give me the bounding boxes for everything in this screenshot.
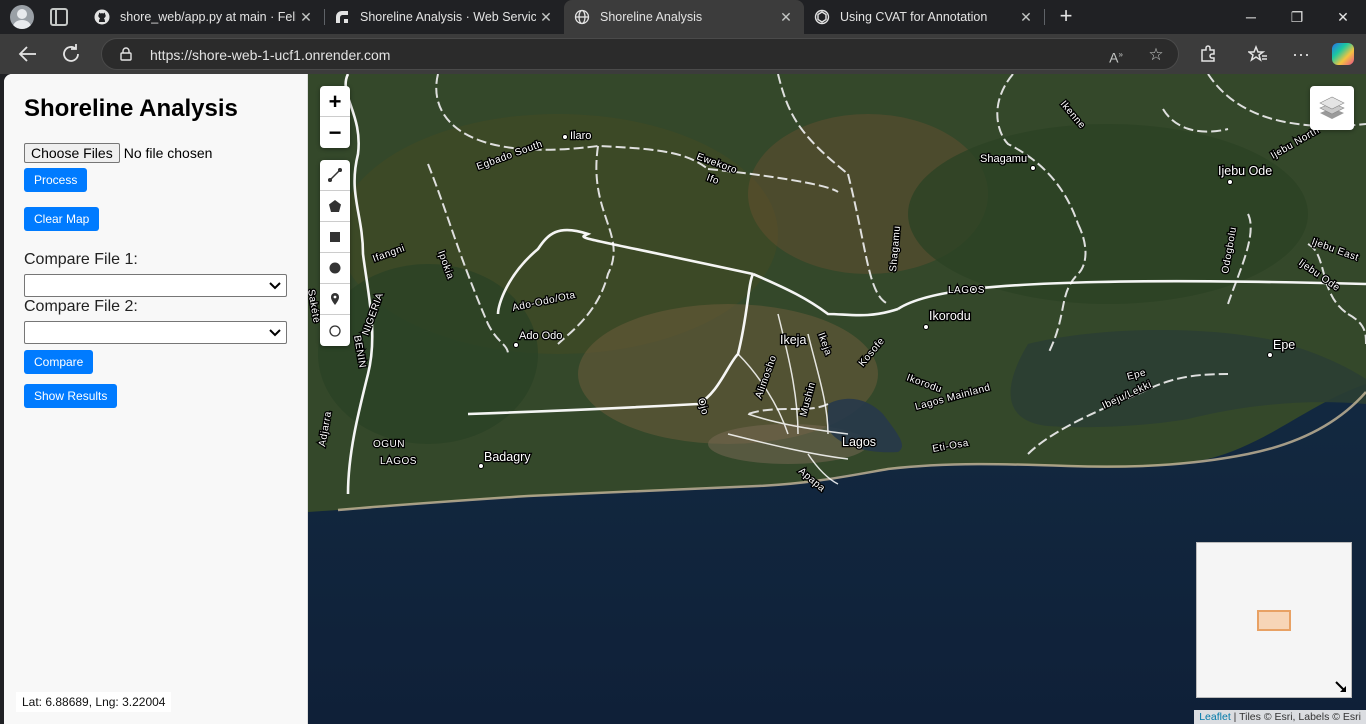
- map-label: Epe: [1273, 338, 1295, 352]
- map-label: Shagamu: [980, 153, 1027, 165]
- page-viewport: Shoreline Analysis Choose Files No file …: [4, 74, 1366, 724]
- tab-title: Using CVAT for Annotation: [840, 10, 988, 24]
- close-tab-icon[interactable]: ✕: [776, 9, 796, 26]
- map-label: LAGOS: [948, 285, 985, 296]
- polygon-icon[interactable]: [320, 191, 350, 222]
- profile-avatar-icon[interactable]: [10, 5, 34, 29]
- map-label: Badagry: [484, 450, 531, 464]
- read-aloud-icon[interactable]: A»: [1107, 46, 1125, 66]
- draw-toolbar: [320, 160, 350, 346]
- zoom-control: + −: [320, 86, 350, 148]
- close-window-button[interactable]: ✕: [1320, 0, 1366, 34]
- process-button[interactable]: Process: [24, 168, 88, 192]
- render-icon: [334, 9, 350, 25]
- chevron-down-icon: [269, 329, 281, 337]
- tab-separator: [1044, 9, 1045, 25]
- clear-map-button[interactable]: Clear Map: [24, 207, 100, 231]
- tab-title: shore_web/app.py at main · FelixE: [120, 10, 296, 24]
- map-label: Ikorodu: [929, 309, 971, 323]
- marker-icon[interactable]: [320, 284, 350, 315]
- attribution-text: | Tiles © Esri, Labels © Esri: [1230, 711, 1361, 723]
- zoom-in-button[interactable]: +: [320, 86, 350, 117]
- new-tab-button[interactable]: +: [1054, 4, 1078, 28]
- map-label: Ado Odo: [519, 330, 562, 342]
- browser-tabbar: shore_web/app.py at main · FelixE ✕ Shor…: [0, 0, 1366, 34]
- tab-github[interactable]: shore_web/app.py at main · FelixE ✕: [84, 0, 324, 34]
- tab-actions-icon[interactable]: [50, 8, 68, 26]
- openai-icon: [814, 9, 830, 25]
- site-info-icon[interactable]: [120, 47, 132, 61]
- minimap[interactable]: [1196, 542, 1352, 698]
- favorite-star-icon[interactable]: ☆: [1147, 46, 1165, 64]
- layers-icon: [1319, 96, 1345, 119]
- extensions-icon[interactable]: [1198, 44, 1218, 64]
- minimap-toggle-icon[interactable]: [1335, 681, 1347, 693]
- tab-render[interactable]: Shoreline Analysis · Web Service ✕: [324, 0, 564, 34]
- map-label: Ikeja: [780, 333, 806, 347]
- favorites-icon[interactable]: [1246, 44, 1268, 64]
- polyline-icon[interactable]: [320, 160, 350, 191]
- more-menu-icon[interactable]: ···: [1291, 44, 1311, 64]
- sidebar: Shoreline Analysis Choose Files No file …: [4, 74, 308, 724]
- close-tab-icon[interactable]: ✕: [296, 9, 316, 26]
- map-label: Ijebu Ode: [1218, 164, 1272, 178]
- url-text[interactable]: https://shore-web-1-ucf1.onrender.com: [150, 47, 390, 63]
- tab-title: Shoreline Analysis · Web Service: [360, 10, 536, 24]
- file-input[interactable]: Choose Files No file chosen: [24, 143, 212, 163]
- back-button[interactable]: [16, 42, 40, 66]
- circlemarker-icon[interactable]: [320, 315, 350, 346]
- tab-cvat[interactable]: Using CVAT for Annotation ✕: [804, 0, 1044, 34]
- compare-file-1-label: Compare File 1:: [24, 251, 138, 268]
- choose-files-button[interactable]: Choose Files: [24, 143, 120, 163]
- compare-file-1-select[interactable]: [24, 274, 287, 297]
- address-bar[interactable]: https://shore-web-1-ucf1.onrender.com A»…: [101, 38, 1179, 70]
- circle-icon[interactable]: [320, 253, 350, 284]
- tab-shoreline-active[interactable]: Shoreline Analysis ✕: [564, 0, 804, 34]
- file-status-text: No file chosen: [123, 145, 213, 161]
- coordinates-readout: Lat: 6.88689, Lng: 3.22004: [16, 692, 172, 712]
- restore-button[interactable]: ❐: [1274, 0, 1320, 34]
- github-icon: [94, 9, 110, 25]
- zoom-out-button[interactable]: −: [320, 117, 350, 148]
- reload-button[interactable]: [59, 42, 83, 66]
- minimize-button[interactable]: ─: [1228, 0, 1274, 34]
- map-label: LAGOS: [380, 456, 417, 467]
- globe-icon: [574, 9, 590, 25]
- close-tab-icon[interactable]: ✕: [1016, 9, 1036, 26]
- compare-file-2-label: Compare File 2:: [24, 298, 138, 315]
- map-container[interactable]: Ilaro Egbado South Ewekoro Ifo Shagamu I…: [308, 74, 1366, 724]
- map-label: Lagos: [842, 435, 876, 449]
- layers-control[interactable]: [1310, 86, 1354, 130]
- map-label: Ilaro: [570, 130, 591, 142]
- rectangle-icon[interactable]: [320, 222, 350, 253]
- tab-title: Shoreline Analysis: [600, 10, 703, 24]
- minimap-viewport-rect[interactable]: [1257, 610, 1291, 631]
- map-attribution: Leaflet | Tiles © Esri, Labels © Esri: [1194, 710, 1366, 724]
- browser-toolbar: https://shore-web-1-ucf1.onrender.com A»…: [0, 34, 1366, 74]
- map-label: OGUN: [373, 439, 405, 450]
- compare-button[interactable]: Compare: [24, 350, 94, 374]
- close-tab-icon[interactable]: ✕: [536, 9, 556, 26]
- chevron-down-icon: [269, 282, 281, 290]
- compare-file-2-select[interactable]: [24, 321, 287, 344]
- leaflet-link[interactable]: Leaflet: [1199, 711, 1231, 723]
- copilot-icon[interactable]: [1332, 43, 1354, 65]
- show-results-button[interactable]: Show Results: [24, 384, 118, 408]
- page-title: Shoreline Analysis: [24, 95, 238, 122]
